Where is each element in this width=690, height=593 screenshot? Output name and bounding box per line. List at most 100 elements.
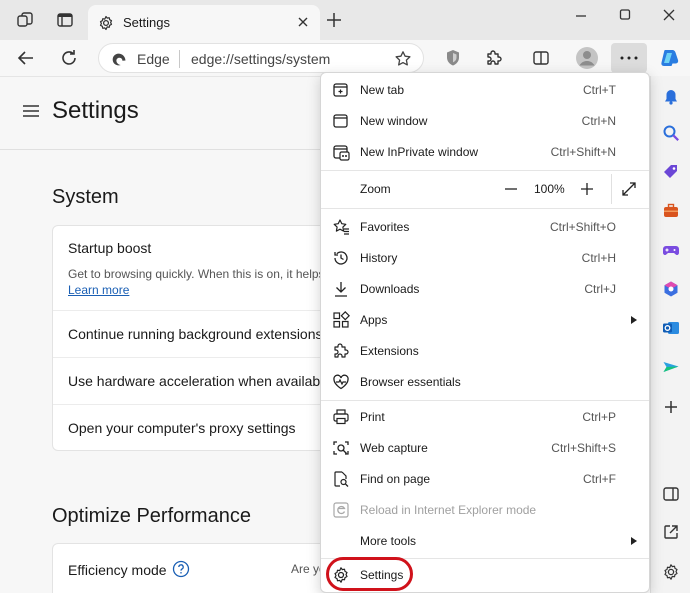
hamburger-menu-icon[interactable] — [22, 104, 40, 118]
hide-sidebar-icon[interactable] — [662, 485, 680, 503]
address-divider — [179, 50, 180, 68]
menu-item-shortcut: Ctrl+P — [582, 410, 616, 424]
menu-item-label: Reload in Internet Explorer mode — [360, 503, 537, 517]
setting-label: Open your computer's proxy settings — [68, 420, 296, 436]
settings-gear-icon — [98, 15, 114, 31]
menu-item-apps[interactable]: Apps — [321, 305, 649, 335]
edge-sidebar — [650, 76, 690, 593]
microsoft-365-icon[interactable] — [662, 280, 680, 298]
add-sidebar-app-icon[interactable] — [662, 398, 680, 416]
menu-item-web-capture[interactable]: Web capture Ctrl+Shift+S — [321, 433, 649, 463]
close-window-icon[interactable] — [658, 6, 680, 24]
tools-briefcase-icon[interactable] — [662, 202, 680, 220]
zoom-divider — [611, 174, 612, 204]
games-icon[interactable] — [662, 241, 680, 259]
sidebar-settings-gear-icon[interactable] — [662, 563, 680, 581]
menu-separator — [321, 400, 649, 401]
menu-item-new-inprivate-window[interactable]: New InPrivate window Ctrl+Shift+N — [321, 137, 649, 167]
menu-item-shortcut: Ctrl+Shift+N — [550, 145, 616, 159]
apps-icon — [332, 311, 350, 329]
refresh-icon[interactable] — [59, 48, 79, 68]
profile-avatar-icon[interactable] — [575, 46, 599, 70]
menu-item-downloads[interactable]: Downloads Ctrl+J — [321, 274, 649, 304]
browser-essentials-icon — [332, 373, 350, 391]
ie-mode-icon — [332, 501, 350, 519]
find-icon — [332, 470, 350, 488]
menu-item-label: Web capture — [360, 441, 428, 455]
menu-item-zoom: Zoom 100% — [321, 174, 649, 204]
setting-description: Get to browsing quickly. When this is on… — [68, 267, 325, 281]
favorite-star-icon[interactable] — [394, 50, 412, 68]
menu-item-shortcut: Ctrl+T — [583, 83, 616, 97]
menu-separator — [321, 208, 649, 209]
tab-settings[interactable]: Settings — [88, 5, 320, 40]
new-window-icon — [332, 112, 350, 130]
settings-and-more-button[interactable] — [611, 43, 647, 73]
learn-more-link[interactable]: Learn more — [68, 283, 129, 297]
menu-item-new-tab[interactable]: New tab Ctrl+T — [321, 75, 649, 105]
extensions-puzzle-icon[interactable] — [484, 48, 504, 68]
tracking-prevention-icon[interactable] — [443, 48, 463, 68]
tab-title: Settings — [123, 15, 170, 30]
menu-item-shortcut: Ctrl+Shift+S — [551, 441, 616, 455]
address-bar[interactable]: Edge edge://settings/system — [98, 43, 424, 73]
close-tab-icon[interactable] — [296, 15, 310, 29]
help-question-icon[interactable] — [172, 560, 190, 578]
submenu-chevron-icon — [631, 537, 637, 545]
menu-item-find-on-page[interactable]: Find on page Ctrl+F — [321, 464, 649, 494]
more-dots-icon — [620, 56, 638, 60]
section-title-system: System — [52, 186, 119, 208]
notifications-bell-icon[interactable] — [662, 88, 680, 106]
zoom-out-minus-icon[interactable] — [504, 182, 518, 196]
maximize-icon[interactable] — [614, 6, 636, 24]
menu-item-label: Print — [360, 410, 385, 424]
downloads-icon — [332, 280, 350, 298]
menu-item-shortcut: Ctrl+Shift+O — [549, 220, 616, 234]
workspaces-icon[interactable] — [16, 11, 34, 29]
menu-item-shortcut: Ctrl+F — [583, 472, 616, 486]
zoom-in-plus-icon[interactable] — [580, 182, 594, 196]
menu-item-extensions[interactable]: Extensions — [321, 336, 649, 366]
menu-item-shortcut: Ctrl+N — [581, 114, 616, 128]
site-identity-chip[interactable]: Edge — [137, 51, 170, 67]
back-arrow-icon[interactable] — [16, 48, 36, 68]
menu-item-shortcut: Ctrl+J — [584, 282, 616, 296]
menu-item-label: Find on page — [360, 472, 431, 486]
settings-and-more-menu: New tab Ctrl+T New window Ctrl+N New InP… — [320, 72, 650, 593]
favorites-icon — [332, 218, 350, 236]
open-external-icon[interactable] — [662, 523, 680, 541]
url-text[interactable]: edge://settings/system — [191, 51, 330, 67]
page-title: Settings — [52, 97, 139, 124]
menu-item-print[interactable]: Print Ctrl+P — [321, 402, 649, 432]
menu-item-new-window[interactable]: New window Ctrl+N — [321, 106, 649, 136]
print-icon — [332, 408, 350, 426]
menu-item-browser-essentials[interactable]: Browser essentials — [321, 367, 649, 397]
address-toolbar: Edge edge://settings/system — [0, 40, 690, 76]
menu-item-label: History — [360, 251, 398, 265]
tab-strip: Settings — [0, 0, 690, 40]
zoom-level: 100% — [534, 182, 565, 196]
web-capture-icon — [332, 439, 350, 457]
setting-label: Continue running background extensions — [68, 326, 323, 342]
shopping-tag-icon[interactable] — [662, 163, 680, 181]
menu-item-label: Favorites — [360, 220, 410, 234]
drop-send-icon[interactable] — [662, 358, 680, 376]
menu-item-label: Downloads — [360, 282, 420, 296]
menu-item-favorites[interactable]: Favorites Ctrl+Shift+O — [321, 212, 649, 242]
minimize-icon[interactable] — [570, 6, 592, 24]
menu-item-label: Apps — [360, 313, 388, 327]
menu-item-history[interactable]: History Ctrl+H — [321, 243, 649, 273]
setting-label: Startup boost — [68, 240, 152, 256]
menu-item-label: More tools — [360, 534, 417, 548]
menu-item-more-tools[interactable]: More tools — [321, 526, 649, 556]
settings-highlight-ring — [326, 557, 413, 591]
vertical-tabs-icon[interactable] — [56, 11, 74, 29]
outlook-icon[interactable] — [662, 319, 680, 337]
new-tab-plus-icon[interactable] — [326, 12, 342, 28]
menu-item-shortcut: Ctrl+H — [581, 251, 616, 265]
full-screen-icon[interactable] — [620, 180, 638, 198]
copilot-icon[interactable] — [659, 47, 681, 69]
menu-item-label: New tab — [360, 83, 405, 97]
search-icon[interactable] — [662, 124, 680, 142]
split-screen-icon[interactable] — [531, 48, 551, 68]
